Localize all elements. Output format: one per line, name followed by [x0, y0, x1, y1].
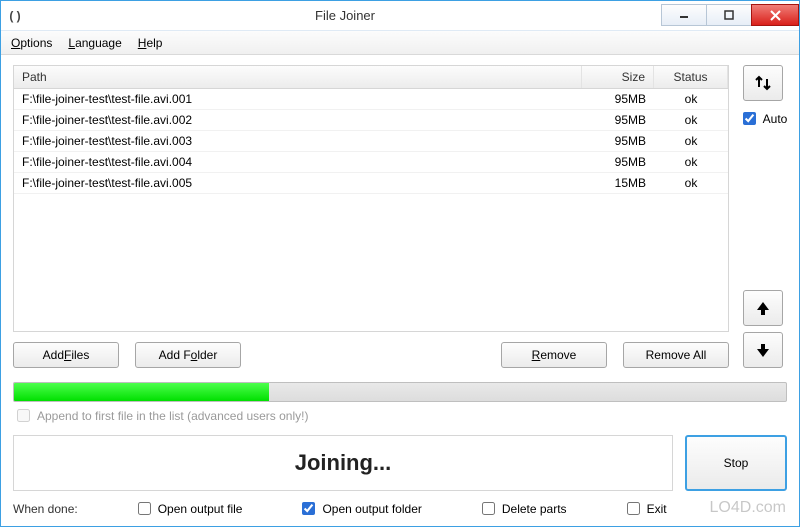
open-output-file-input[interactable]	[138, 502, 151, 515]
close-button[interactable]	[751, 4, 799, 26]
maximize-button[interactable]	[706, 4, 752, 26]
open-output-folder-label: Open output folder	[322, 502, 421, 516]
remove-button[interactable]: Remove	[501, 342, 607, 368]
cell-size: 95MB	[582, 131, 654, 151]
arrow-up-icon	[754, 299, 772, 317]
status-box: Joining...	[13, 435, 673, 491]
exit-label: Exit	[647, 502, 667, 516]
list-buttons: Add Files Add Folder Remove Remove All	[13, 342, 729, 368]
minimize-icon	[679, 10, 689, 20]
move-up-button[interactable]	[743, 290, 783, 326]
delete-parts-checkbox[interactable]: Delete parts	[478, 499, 567, 518]
app-icon: ( )	[1, 9, 29, 23]
append-label: Append to first file in the list (advanc…	[37, 409, 308, 423]
col-status[interactable]: Status	[654, 66, 728, 88]
open-output-file-checkbox[interactable]: Open output file	[134, 499, 243, 518]
minimize-button[interactable]	[661, 4, 707, 26]
list-body: F:\file-joiner-test\test-file.avi.00195M…	[14, 89, 728, 194]
col-path[interactable]: Path	[14, 66, 582, 88]
cell-size: 95MB	[582, 110, 654, 130]
content-area: Path Size Status F:\file-joiner-test\tes…	[1, 55, 799, 526]
cell-path: F:\file-joiner-test\test-file.avi.005	[14, 173, 582, 193]
cell-status: ok	[654, 131, 728, 151]
progress-section: Append to first file in the list (advanc…	[13, 382, 787, 425]
menu-options[interactable]: Options	[11, 36, 52, 50]
append-checkbox: Append to first file in the list (advanc…	[13, 406, 787, 425]
app-window: ( ) File Joiner Options Language Help Pa…	[0, 0, 800, 527]
auto-label: Auto	[763, 112, 788, 126]
table-row[interactable]: F:\file-joiner-test\test-file.avi.00515M…	[14, 173, 728, 194]
stop-button[interactable]: Stop	[685, 435, 787, 491]
side-buttons: Auto	[739, 65, 787, 368]
window-title: File Joiner	[29, 8, 661, 23]
progress-bar	[13, 382, 787, 402]
sort-button[interactable]	[743, 65, 783, 101]
maximize-icon	[724, 10, 734, 20]
sort-updown-icon	[753, 73, 773, 93]
cell-status: ok	[654, 173, 728, 193]
add-files-button[interactable]: Add Files	[13, 342, 119, 368]
open-output-file-label: Open output file	[158, 502, 243, 516]
menu-help[interactable]: Help	[138, 36, 163, 50]
cell-status: ok	[654, 110, 728, 130]
upper-section: Path Size Status F:\file-joiner-test\tes…	[13, 65, 787, 368]
cell-size: 15MB	[582, 173, 654, 193]
titlebar: ( ) File Joiner	[1, 1, 799, 31]
file-list-section: Path Size Status F:\file-joiner-test\tes…	[13, 65, 729, 368]
table-row[interactable]: F:\file-joiner-test\test-file.avi.00195M…	[14, 89, 728, 110]
action-row: Joining... Stop	[13, 435, 787, 491]
move-down-button[interactable]	[743, 332, 783, 368]
menubar: Options Language Help	[1, 31, 799, 55]
table-row[interactable]: F:\file-joiner-test\test-file.avi.00495M…	[14, 152, 728, 173]
cell-path: F:\file-joiner-test\test-file.avi.002	[14, 110, 582, 130]
col-size[interactable]: Size	[582, 66, 654, 88]
exit-input[interactable]	[627, 502, 640, 515]
add-folder-button[interactable]: Add Folder	[135, 342, 241, 368]
remove-all-button[interactable]: Remove All	[623, 342, 729, 368]
list-header: Path Size Status	[14, 66, 728, 89]
append-checkbox-input	[17, 409, 30, 422]
cell-size: 95MB	[582, 89, 654, 109]
delete-parts-input[interactable]	[482, 502, 495, 515]
delete-parts-label: Delete parts	[502, 502, 567, 516]
status-text: Joining...	[295, 450, 392, 476]
arrow-down-icon	[754, 341, 772, 359]
cell-status: ok	[654, 89, 728, 109]
open-output-folder-checkbox[interactable]: Open output folder	[298, 499, 421, 518]
auto-checkbox[interactable]: Auto	[739, 109, 788, 128]
menu-language[interactable]: Language	[68, 36, 121, 50]
open-output-folder-input[interactable]	[302, 502, 315, 515]
stop-button-label: Stop	[724, 456, 749, 470]
close-icon	[770, 10, 781, 21]
cell-path: F:\file-joiner-test\test-file.avi.001	[14, 89, 582, 109]
file-list[interactable]: Path Size Status F:\file-joiner-test\tes…	[13, 65, 729, 332]
exit-checkbox[interactable]: Exit	[623, 499, 667, 518]
cell-path: F:\file-joiner-test\test-file.avi.003	[14, 131, 582, 151]
when-done-row: When done: Open output file Open output …	[13, 491, 787, 520]
auto-checkbox-input[interactable]	[743, 112, 756, 125]
cell-path: F:\file-joiner-test\test-file.avi.004	[14, 152, 582, 172]
window-controls	[661, 5, 799, 26]
cell-status: ok	[654, 152, 728, 172]
cell-size: 95MB	[582, 152, 654, 172]
when-done-label: When done:	[13, 502, 78, 516]
table-row[interactable]: F:\file-joiner-test\test-file.avi.00295M…	[14, 110, 728, 131]
progress-fill	[14, 383, 269, 401]
table-row[interactable]: F:\file-joiner-test\test-file.avi.00395M…	[14, 131, 728, 152]
